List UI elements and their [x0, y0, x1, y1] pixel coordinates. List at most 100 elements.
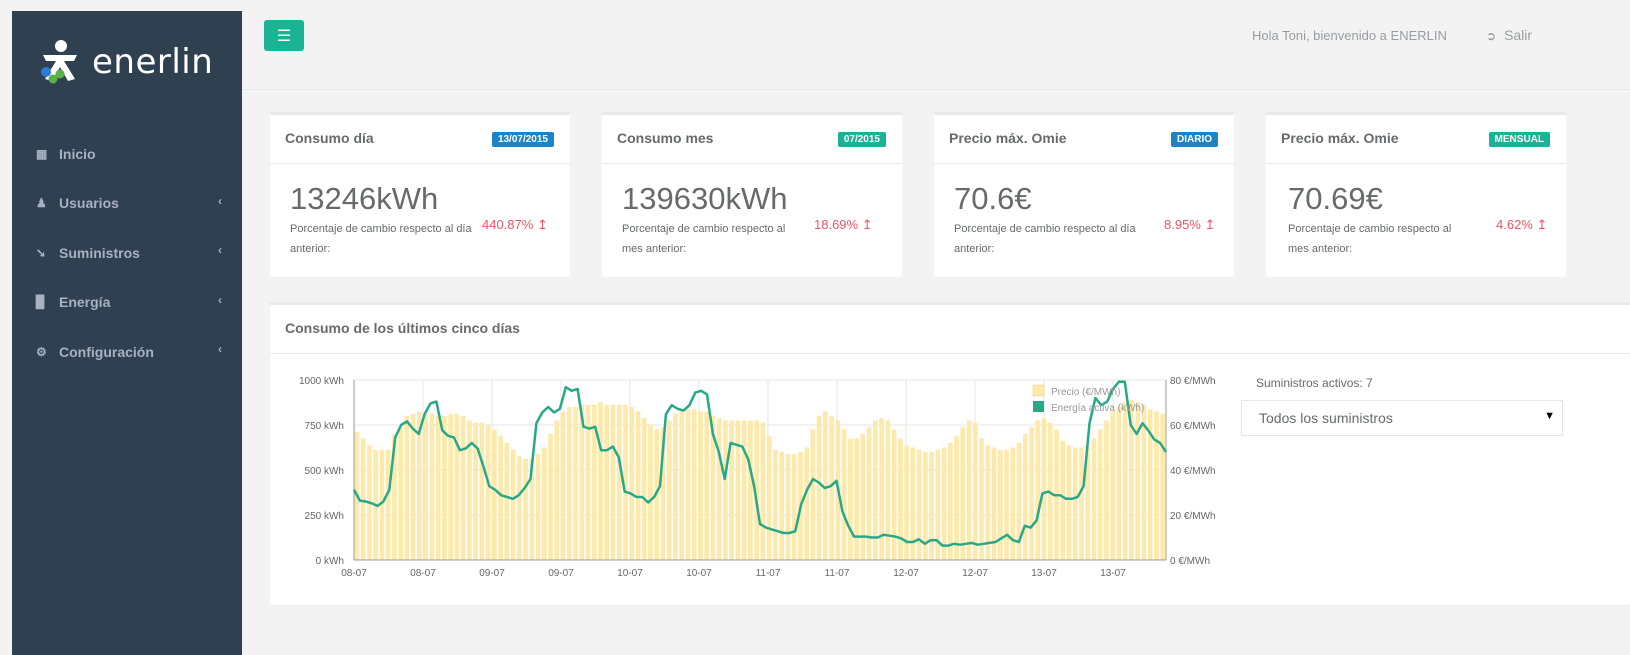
price-bar [954, 436, 959, 560]
price-bar [1022, 434, 1028, 560]
user-icon: ♟ [36, 196, 47, 211]
price-bar [698, 411, 703, 560]
card-header: Precio máx. Omie DIARIO [934, 115, 1234, 164]
price-bar [610, 404, 616, 560]
price-bar [1072, 447, 1078, 560]
stat-card-precio-diario: Precio máx. Omie DIARIO 70.6€ Porcentaje… [934, 112, 1234, 277]
price-bar [1029, 427, 1034, 560]
x-tick-label: 10-07 [617, 568, 643, 579]
price-bar [810, 429, 816, 560]
price-bar [941, 447, 947, 560]
price-bar [960, 427, 966, 560]
price-bar [616, 404, 622, 560]
price-bar [1066, 445, 1072, 560]
price-bar [791, 454, 797, 560]
level-up-icon: ↥ [1536, 217, 1548, 232]
price-bar [1154, 411, 1159, 560]
price-bar [673, 413, 678, 560]
sidebar-item-label: Energía [59, 294, 111, 311]
price-bar [1116, 407, 1122, 560]
chevron-left-icon: ‹ [218, 342, 222, 356]
sign-out-icon: ➲ [1486, 29, 1497, 43]
price-bar [398, 427, 403, 560]
sidebar-item-usuarios[interactable]: ♟ Usuarios ‹ [12, 179, 242, 229]
price-bar [748, 420, 753, 560]
price-bar [854, 438, 859, 560]
price-bar [492, 429, 497, 560]
price-bar [1060, 440, 1066, 560]
card-header: Precio máx. Omie MENSUAL [1266, 115, 1566, 164]
sidebar-item-label: Suministros [59, 244, 140, 261]
price-bar [723, 420, 728, 560]
price-bar [410, 413, 416, 560]
price-bar [467, 420, 472, 560]
brand-logo[interactable]: enerlin [40, 39, 213, 85]
change-value: 18.69% [814, 217, 859, 232]
sidebar-item-inicio[interactable]: ▦ Inicio [12, 129, 242, 179]
sidebar-item-configuracion[interactable]: ⚙ Configuración ‹ [12, 327, 242, 377]
price-bar [454, 413, 460, 560]
legend-swatch-price [1032, 384, 1045, 397]
price-bar [972, 422, 978, 560]
price-bar [860, 434, 866, 560]
card-title: Precio máx. Omie [1281, 130, 1399, 146]
x-tick-label: 08-07 [341, 568, 367, 579]
price-bar [1079, 447, 1084, 560]
card-title: Consumo mes [617, 130, 714, 146]
price-bar [566, 407, 572, 560]
price-bar [473, 422, 478, 560]
price-bar [873, 420, 878, 560]
th-large-icon: ▦ [36, 146, 48, 161]
period-badge: DIARIO [1171, 132, 1218, 147]
stat-value: 70.6€ [954, 181, 1032, 216]
legend-label-price: Precio (€/MWh) [1051, 387, 1120, 398]
chevron-left-icon: ‹ [218, 243, 222, 257]
price-bar [560, 411, 566, 560]
price-bar [997, 449, 1003, 560]
price-bar [385, 449, 391, 560]
y-right-tick-label: 60 €/MWh [1170, 421, 1216, 432]
stat-card-precio-mensual: Precio máx. Omie MENSUAL 70.69€ Porcenta… [1266, 112, 1566, 277]
stat-card-consumo-mes: Consumo mes 07/2015 139630kWh Porcentaje… [602, 112, 902, 277]
plug-icon: ➘ [36, 245, 47, 260]
sidebar-item-label: Inicio [59, 145, 96, 162]
price-bar [966, 420, 972, 560]
stat-card-consumo-dia: Consumo día 13/07/2015 13246kWh Porcenta… [270, 112, 570, 277]
level-up-icon: ↥ [1204, 217, 1216, 232]
price-bar [460, 416, 466, 560]
stat-description: Porcentaje de cambio respecto al día ant… [954, 223, 1136, 255]
x-tick-label: 11-07 [825, 568, 850, 579]
stat-description: Porcentaje de cambio respecto al día ant… [290, 223, 472, 255]
stat-change: 18.69% ↥ [814, 217, 873, 233]
price-bar [779, 452, 784, 560]
price-bar [1035, 420, 1041, 560]
price-bar [510, 449, 516, 560]
price-bar [1104, 420, 1109, 560]
price-bar [685, 409, 691, 560]
welcome-message: Hola Toni, bienvenido a ENERLIN [1252, 28, 1447, 43]
panel-title: Consumo de los últimos cinco días [285, 320, 520, 336]
price-bar [442, 416, 447, 560]
sidebar-item-energia[interactable]: ▉ Energía ‹ [12, 278, 242, 328]
stat-description: Porcentaje de cambio respecto al mes ant… [1288, 223, 1452, 255]
change-value: 4.62% [1496, 217, 1533, 232]
y-right-tick-label: 20 €/MWh [1170, 511, 1216, 522]
price-bar [729, 420, 735, 560]
logout-link[interactable]: ➲ Salir [1486, 27, 1532, 43]
x-tick-label: 13-07 [1100, 568, 1126, 579]
price-bar [829, 416, 834, 560]
x-tick-label: 09-07 [479, 568, 505, 579]
menu-toggle-button[interactable]: ☰ [264, 20, 304, 51]
price-bar [517, 456, 522, 560]
sidebar-item-suministros[interactable]: ➘ Suministros ‹ [12, 228, 242, 278]
y-right-tick-label: 40 €/MWh [1170, 466, 1216, 477]
card-title: Consumo día [285, 130, 374, 146]
price-bar [629, 407, 635, 560]
panel-header: Consumo de los últimos cinco días [270, 305, 1630, 354]
price-bar [848, 438, 853, 560]
card-title: Precio máx. Omie [949, 130, 1067, 146]
price-bar [841, 429, 847, 560]
price-bar [423, 413, 428, 560]
price-bar [691, 409, 697, 560]
supply-select[interactable]: Todos los suministros ▼ [1241, 400, 1563, 436]
